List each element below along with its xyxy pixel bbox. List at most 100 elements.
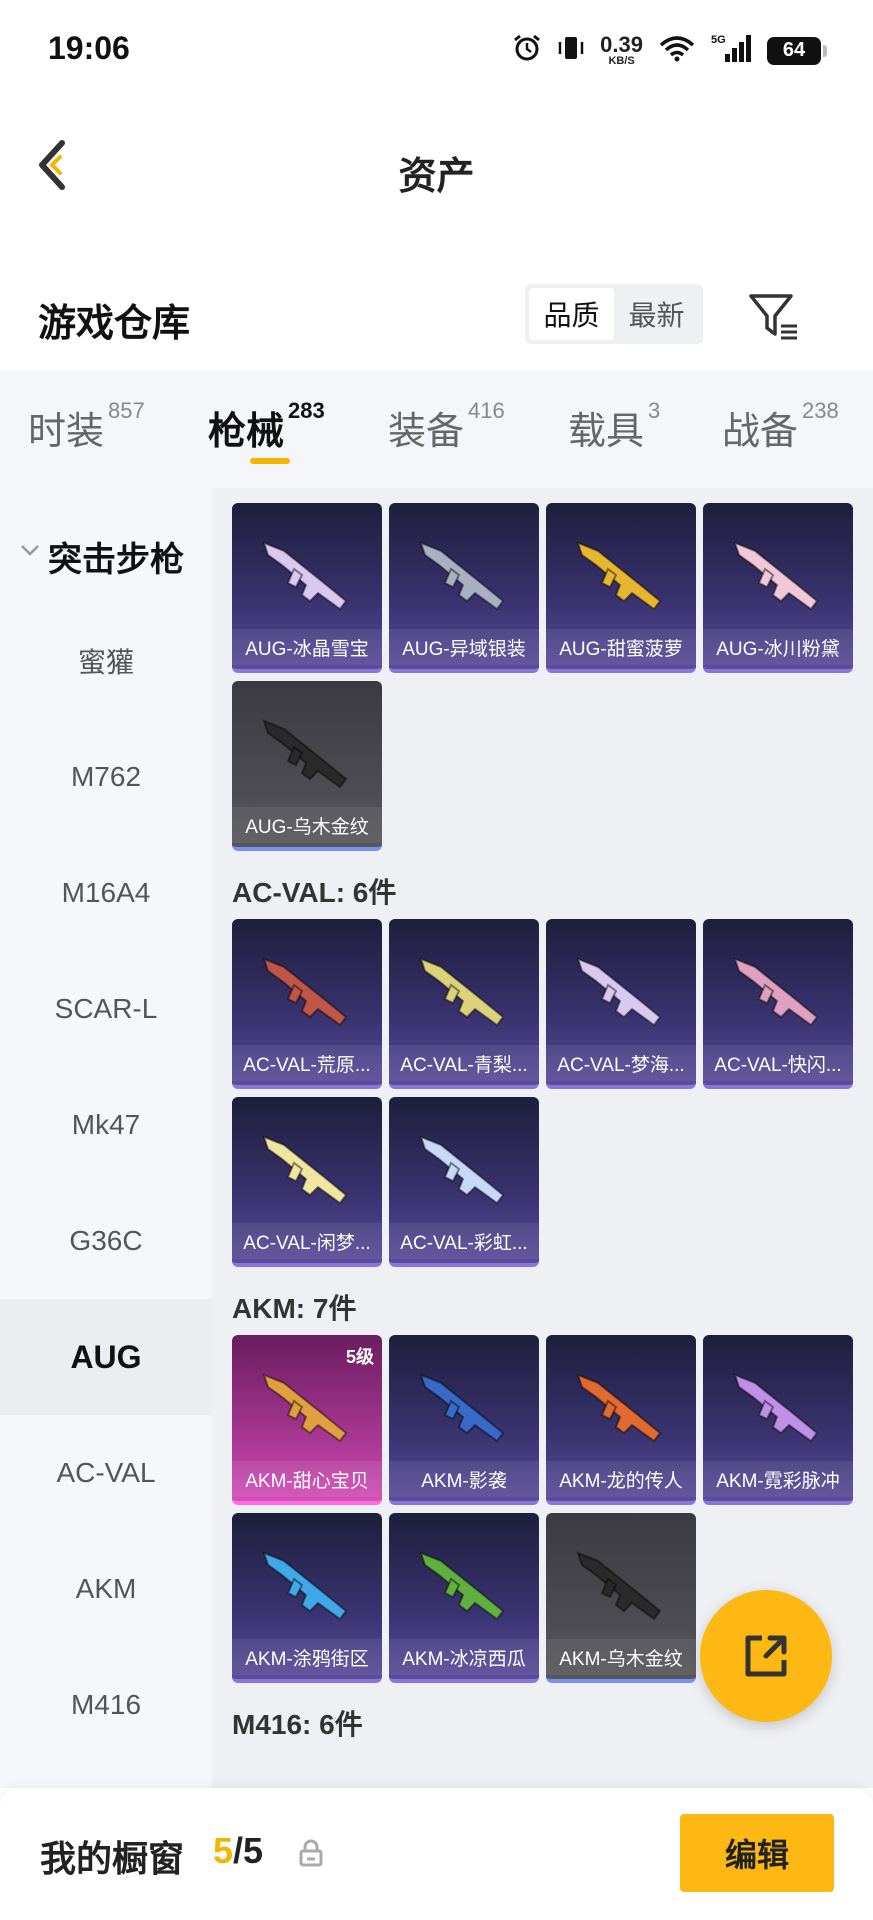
weapon-skin-card[interactable]: AUG-乌木金纹 <box>232 681 382 851</box>
status-time: 19:06 <box>48 30 130 66</box>
weapon-skin-card[interactable]: AKM-龙的传人 <box>546 1335 696 1505</box>
category-item[interactable]: AC-VAL <box>0 1415 212 1531</box>
sort-latest-button[interactable]: 最新 <box>614 288 699 340</box>
rifle-icon <box>733 1373 819 1443</box>
weapon-skin-card[interactable]: AKM-冰凉西瓜 <box>389 1513 539 1683</box>
rifle-icon <box>419 1135 505 1205</box>
weapon-skin-card[interactable]: AKM-涂鸦街区 <box>232 1513 382 1683</box>
active-tab-indicator <box>250 458 290 464</box>
network-label: 5G <box>711 34 726 46</box>
weapon-skin-card[interactable]: AC-VAL-梦海... <box>546 919 696 1089</box>
rifle-icon <box>419 1373 505 1443</box>
sort-quality-button[interactable]: 品质 <box>529 288 614 340</box>
tab-fashion[interactable]: 时装857 <box>28 398 145 455</box>
showcase-count-current: 5 <box>213 1830 234 1871</box>
filter-button[interactable] <box>745 288 801 344</box>
weapon-skin-card[interactable]: AUG-甜蜜菠萝 <box>546 503 696 673</box>
weapon-skin-card[interactable]: AUG-异域银装 <box>389 503 539 673</box>
weapon-skin-card[interactable]: AC-VAL-荒原... <box>232 919 382 1089</box>
rifle-icon <box>262 1551 348 1621</box>
weapon-skin-name: AKM-霓彩脉冲 <box>703 1461 853 1497</box>
category-item[interactable]: M416 <box>0 1647 212 1763</box>
alarm-icon <box>512 33 542 68</box>
weapon-skin-card[interactable]: AKM-霓彩脉冲 <box>703 1335 853 1505</box>
rifle-icon <box>733 957 819 1027</box>
tab-label: 战备 <box>722 411 799 453</box>
rifle-icon <box>419 1551 505 1621</box>
tab-supplies[interactable]: 战备238 <box>722 398 839 455</box>
page-header: 资产 <box>0 110 873 220</box>
status-bar: 19:06 0.39 KB/S 5G 64 <box>0 0 873 100</box>
category-item[interactable]: M762 <box>0 719 212 835</box>
weapon-skin-name: AKM-龙的传人 <box>546 1461 696 1497</box>
category-group-assault-rifles[interactable]: 突击步枪 <box>0 518 212 588</box>
category-item[interactable]: M16A4 <box>0 835 212 951</box>
weapon-skin-name: AKM-乌木金纹 <box>546 1639 696 1675</box>
weapon-skin-name: AC-VAL-快闪... <box>703 1045 853 1081</box>
category-item[interactable]: G36C <box>0 1183 212 1299</box>
rifle-icon <box>733 541 819 611</box>
category-item-active[interactable]: AUG <box>0 1299 212 1415</box>
tab-count: 3 <box>648 398 661 423</box>
level-badge: 5级 <box>345 1347 374 1367</box>
weapon-skin-card[interactable]: AUG-冰川粉黛 <box>703 503 853 673</box>
weapon-skin-name: AUG-冰晶雪宝 <box>232 629 382 665</box>
weapon-skin-card[interactable]: AC-VAL-青梨... <box>389 919 539 1089</box>
weapon-skin-name: AKM-甜心宝贝 <box>232 1461 382 1497</box>
showcase-count-max: 5 <box>243 1830 264 1871</box>
weapon-skin-name: AC-VAL-荒原... <box>232 1045 382 1081</box>
category-item[interactable]: SCAR-L <box>0 951 212 1067</box>
weapon-skin-card[interactable]: AKM-影袭 <box>389 1335 539 1505</box>
page-title: 资产 <box>398 156 475 198</box>
tab-count: 238 <box>802 398 839 423</box>
rifle-icon <box>262 957 348 1027</box>
tab-vehicles[interactable]: 载具3 <box>568 398 661 455</box>
weapon-skin-card[interactable]: AC-VAL-快闪... <box>703 919 853 1089</box>
vibrate-icon <box>556 33 586 68</box>
signal-icon: 5G <box>711 32 753 69</box>
showcase-title: 我的橱窗 <box>40 1838 185 1879</box>
category-item[interactable]: Mk47 <box>0 1067 212 1183</box>
rifle-icon <box>576 1551 662 1621</box>
weapon-skin-card[interactable]: 5级 AKM-甜心宝贝 <box>232 1335 382 1505</box>
section-header: AC-VAL: 6件 <box>232 877 397 908</box>
weapon-skin-name: AUG-乌木金纹 <box>232 807 382 843</box>
weapon-skin-card[interactable]: AKM-乌木金纹 <box>546 1513 696 1683</box>
rifle-icon <box>262 719 348 789</box>
weapon-skin-card[interactable]: AUG-冰晶雪宝 <box>232 503 382 673</box>
rifle-icon <box>576 957 662 1027</box>
rifle-icon <box>419 541 505 611</box>
rifle-icon <box>576 541 662 611</box>
net-speed-unit: KB/S <box>608 55 635 67</box>
tab-label: 时装 <box>28 411 105 453</box>
tab-equipment[interactable]: 装备416 <box>388 398 505 455</box>
weapon-skin-name: AC-VAL-彩虹... <box>389 1223 539 1259</box>
weapon-skin-name: AC-VAL-青梨... <box>389 1045 539 1081</box>
tab-guns[interactable]: 枪械283 <box>208 398 325 455</box>
chevron-down-icon <box>18 538 42 567</box>
category-item[interactable]: 蜜獾 <box>0 603 212 719</box>
weapon-skin-card[interactable]: AC-VAL-闲梦... <box>232 1097 382 1267</box>
category-item[interactable]: AKM <box>0 1531 212 1647</box>
edit-button[interactable]: 编辑 <box>680 1814 834 1892</box>
rifle-icon <box>419 957 505 1027</box>
weapon-skin-name: AKM-冰凉西瓜 <box>389 1639 539 1675</box>
wifi-icon <box>657 33 697 68</box>
weapon-skin-card[interactable]: AC-VAL-彩虹... <box>389 1097 539 1267</box>
tab-count: 416 <box>468 398 505 423</box>
lock-icon <box>298 1838 324 1868</box>
tab-count: 283 <box>288 398 325 423</box>
share-button[interactable] <box>700 1590 832 1722</box>
tab-label: 枪械 <box>208 411 285 453</box>
filter-icon <box>749 294 797 340</box>
weapon-skin-name: AC-VAL-梦海... <box>546 1045 696 1081</box>
rifle-icon <box>262 541 348 611</box>
net-speed-value: 0.39 <box>600 32 643 57</box>
section-header: M416: 6件 <box>232 1709 363 1740</box>
net-speed: 0.39 KB/S <box>600 34 643 67</box>
tab-label: 装备 <box>388 411 465 453</box>
showcase-bar: 我的橱窗 5/5 编辑 <box>0 1788 873 1920</box>
section-header: AKM: 7件 <box>232 1293 357 1324</box>
status-icons: 0.39 KB/S 5G 64 <box>512 32 827 69</box>
sort-toggle: 品质 最新 <box>525 284 703 344</box>
